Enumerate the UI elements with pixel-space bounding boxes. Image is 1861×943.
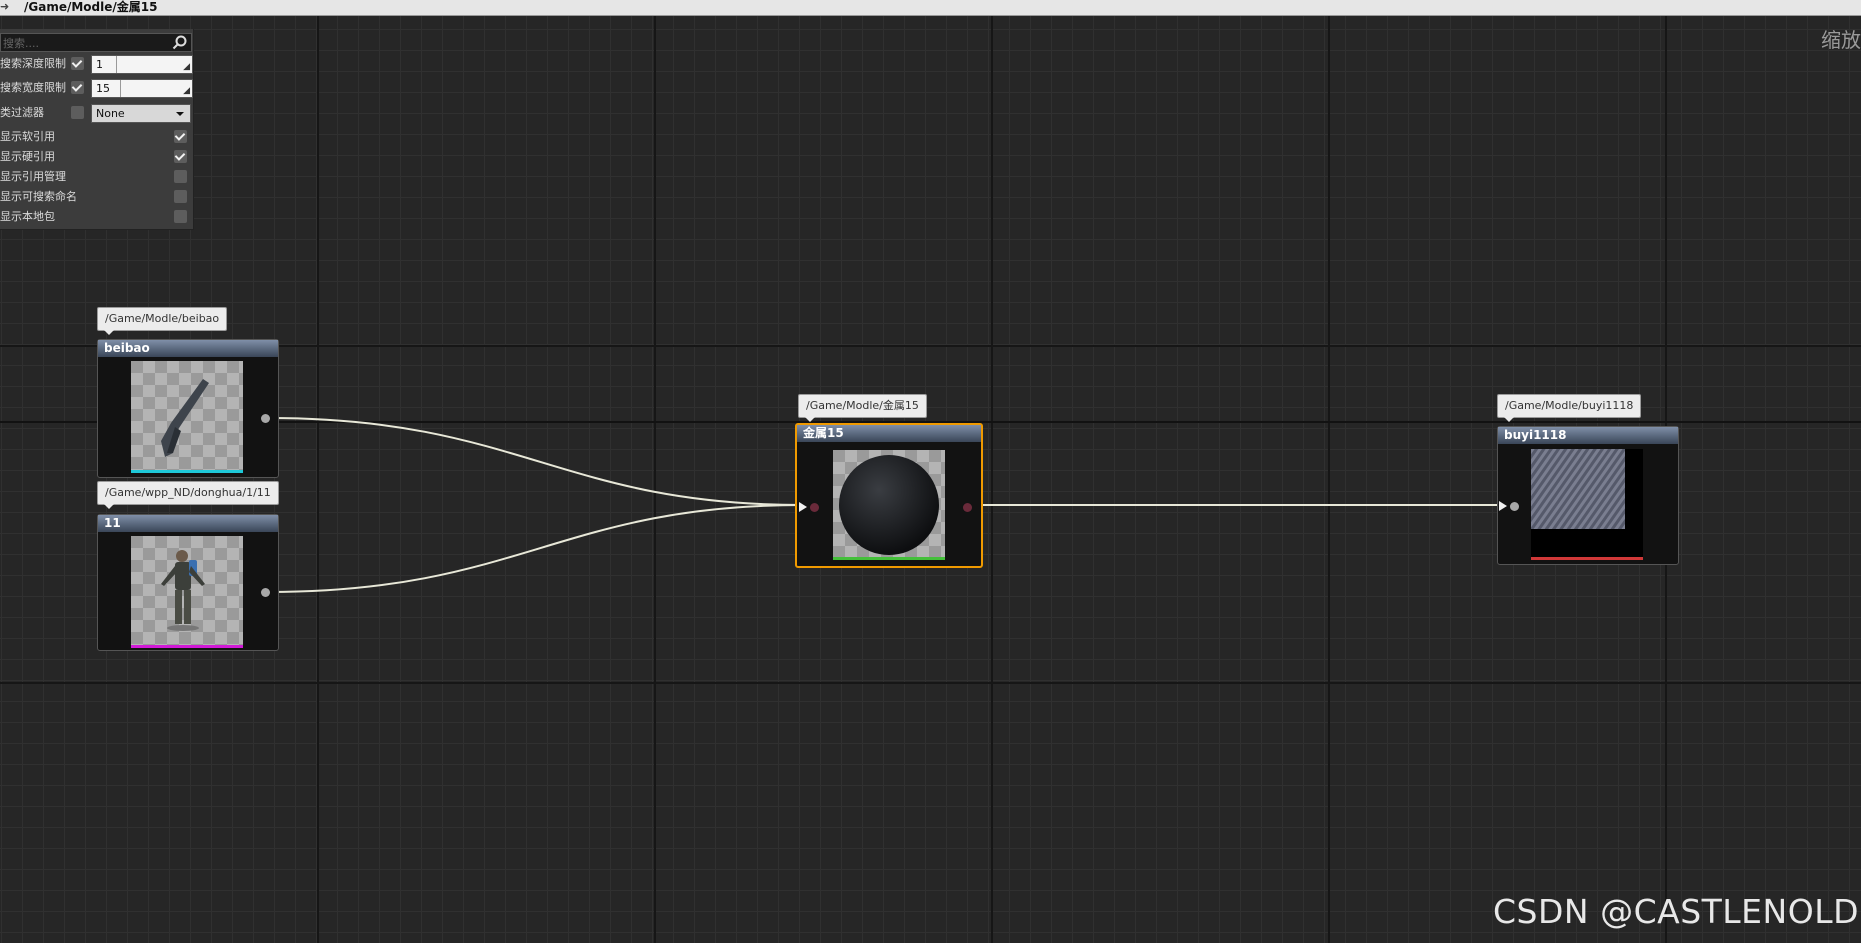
character-figure-image — [161, 550, 205, 631]
texture-thumbnail — [1531, 449, 1643, 557]
material-sphere-image — [839, 455, 939, 555]
input-arrow-icon — [799, 502, 807, 512]
resize-icon: ◢ — [183, 62, 190, 72]
search-depth-input[interactable]: 1 ◢ — [91, 55, 193, 74]
animation-thumbnail — [131, 536, 243, 646]
input-pin[interactable] — [810, 503, 819, 512]
material-thumbnail — [833, 450, 945, 558]
show-native-packages-label: 显示本地包 — [0, 210, 55, 223]
node-metal15[interactable]: 金属15 — [795, 423, 983, 568]
wire-donghua-to-metal — [267, 504, 804, 593]
asset-type-bar — [833, 557, 945, 560]
reference-viewer-settings: 搜索.... 搜索深度限制 1 ◢ 搜索宽度限制 15 ◢ 类过滤器 None — [0, 29, 194, 230]
show-management-refs-checkbox[interactable] — [174, 170, 187, 183]
mesh-thumbnail — [131, 361, 243, 471]
show-searchable-names-checkbox[interactable] — [174, 190, 187, 203]
asset-type-bar — [131, 470, 243, 473]
node-buyi1118[interactable]: buyi1118 — [1497, 426, 1679, 565]
search-input[interactable]: 搜索.... — [0, 33, 192, 52]
search-breadth-label: 搜索宽度限制 — [0, 81, 66, 94]
class-filter-label: 类过滤器 — [0, 106, 44, 119]
chevron-down-icon — [176, 112, 184, 116]
asset-path: /Game/Modle/金属15 — [24, 0, 158, 14]
node-path-tooltip: /Game/Modle/金属15 — [798, 394, 927, 422]
output-pin[interactable] — [963, 503, 972, 512]
search-placeholder: 搜索.... — [3, 37, 39, 50]
show-hard-refs-checkbox[interactable] — [174, 150, 187, 163]
history-arrow-icon[interactable]: ➜ — [0, 1, 12, 13]
show-native-packages-checkbox[interactable] — [174, 210, 187, 223]
search-breadth-checkbox[interactable] — [71, 81, 84, 94]
search-depth-value: 1 — [96, 58, 103, 71]
show-soft-refs-label: 显示软引用 — [0, 130, 55, 143]
show-soft-refs-checkbox[interactable] — [174, 130, 187, 143]
node-path-tooltip: /Game/Modle/beibao — [97, 307, 228, 335]
watermark: CSDN @CASTLENOLD — [1493, 892, 1859, 931]
asset-path-bar: ➜ /Game/Modle/金属15 — [0, 0, 1861, 16]
node-beibao[interactable]: beibao — [97, 339, 279, 478]
search-depth-label: 搜索深度限制 — [0, 57, 66, 70]
show-management-refs-label: 显示引用管理 — [0, 170, 66, 183]
search-breadth-value: 15 — [96, 82, 110, 95]
asset-type-bar — [131, 645, 243, 648]
node-title: 11 — [98, 515, 278, 532]
fabric-texture-image — [1531, 449, 1625, 529]
search-breadth-input[interactable]: 15 ◢ — [91, 79, 193, 98]
node-title: 金属15 — [797, 425, 981, 442]
search-icon[interactable] — [172, 35, 188, 50]
zoom-label: 缩放 — [1821, 28, 1861, 52]
input-arrow-icon — [1499, 501, 1507, 511]
output-pin[interactable] — [261, 588, 270, 597]
class-filter-dropdown[interactable]: None — [91, 104, 191, 123]
backpack-strap-image — [161, 379, 209, 457]
show-hard-refs-label: 显示硬引用 — [0, 150, 55, 163]
output-pin[interactable] — [261, 414, 270, 423]
node-path-tooltip: /Game/Modle/buyi1118 — [1497, 394, 1642, 422]
node-title: beibao — [98, 340, 278, 357]
resize-icon: ◢ — [183, 86, 190, 96]
node-path-tooltip: /Game/wpp_ND/donghua/1/11 — [97, 481, 279, 509]
wire-beibao-to-metal — [267, 417, 804, 506]
node-donghua[interactable]: 11 — [97, 514, 279, 651]
asset-type-bar — [1531, 557, 1643, 560]
class-filter-checkbox[interactable] — [71, 106, 84, 119]
class-filter-value: None — [96, 107, 125, 120]
search-depth-checkbox[interactable] — [71, 57, 84, 70]
input-pin[interactable] — [1510, 502, 1519, 511]
show-searchable-names-label: 显示可搜索命名 — [0, 190, 77, 203]
node-title: buyi1118 — [1498, 427, 1678, 444]
